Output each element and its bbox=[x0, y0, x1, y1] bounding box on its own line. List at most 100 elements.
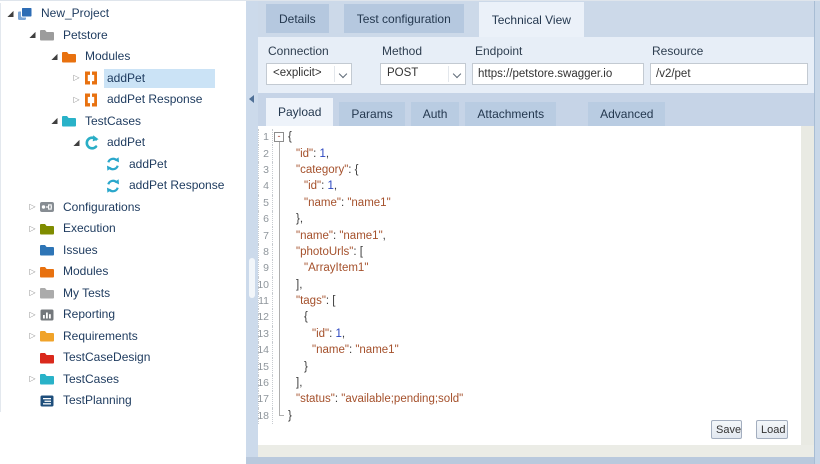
tree-expander-icon[interactable]: ▷ bbox=[26, 203, 39, 211]
tree-item-configurations[interactable]: ▷ Configurations bbox=[1, 197, 246, 219]
tree-expander-icon[interactable]: ◢ bbox=[48, 53, 61, 61]
tree-item-reporting[interactable]: ▷Reporting bbox=[1, 304, 246, 326]
tree-item-petstore[interactable]: ◢Petstore bbox=[1, 25, 246, 47]
panel-splitter[interactable] bbox=[246, 1, 258, 464]
line-number: 1 bbox=[258, 129, 273, 145]
code-text: "photoUrls": [ bbox=[286, 246, 363, 258]
json-string: "ArrayItem1" bbox=[304, 262, 368, 274]
editor-vertical-scrollbar[interactable] bbox=[801, 126, 814, 445]
tree-item-addpet[interactable]: ◢addPet bbox=[1, 132, 246, 154]
tree-item-testcases[interactable]: ◢TestCases bbox=[1, 111, 246, 133]
tab-auth[interactable]: Auth bbox=[411, 102, 460, 126]
tab-advanced[interactable]: Advanced bbox=[588, 102, 665, 126]
code-text: "id": 1, bbox=[286, 328, 345, 340]
tree-item-testplanning[interactable]: TestPlanning bbox=[1, 390, 246, 412]
code-text: ], bbox=[286, 279, 302, 291]
tree-item-addpet[interactable]: addPet bbox=[1, 154, 246, 176]
tree-item-testcases[interactable]: ▷TestCases bbox=[1, 369, 246, 391]
line-number: 14 bbox=[258, 342, 273, 358]
tree-item-addpet-response[interactable]: addPet Response bbox=[1, 175, 246, 197]
fold-margin bbox=[273, 342, 286, 358]
tab-params[interactable]: Params bbox=[339, 102, 404, 126]
testcase-icon bbox=[83, 135, 100, 151]
collapse-toggle-icon[interactable]: - bbox=[274, 132, 284, 142]
json-punct: { bbox=[304, 311, 308, 323]
tree-expander-icon[interactable]: ▷ bbox=[26, 225, 39, 233]
json-string: "name1" bbox=[355, 344, 398, 356]
tree-expander-icon[interactable]: ▷ bbox=[26, 289, 39, 297]
resource-label: Resource bbox=[652, 44, 703, 58]
payload-tab-bar: PayloadParams AuthAttachments Advanced bbox=[258, 93, 816, 126]
fold-line bbox=[279, 375, 280, 391]
tree-expander-icon[interactable]: ◢ bbox=[26, 31, 39, 39]
tree-item-addpet-response[interactable]: ▷addPet Response bbox=[1, 89, 246, 111]
json-key: "name" bbox=[296, 230, 333, 242]
splitter-scroll-thumb[interactable] bbox=[249, 258, 255, 298]
fold-margin bbox=[273, 391, 286, 407]
json-punct: , bbox=[326, 148, 329, 160]
method-label: Method bbox=[382, 44, 422, 58]
code-line: 4"id": 1, bbox=[258, 178, 801, 194]
fold-line bbox=[279, 260, 280, 276]
tree-expander-icon[interactable]: ▷ bbox=[26, 268, 39, 276]
tree-expander-icon[interactable]: ▷ bbox=[26, 375, 39, 383]
code-line: 5"name": "name1" bbox=[258, 195, 801, 211]
tree-expander-icon[interactable]: ▷ bbox=[26, 332, 39, 340]
folder-icon bbox=[39, 328, 56, 344]
load-button[interactable]: Load bbox=[756, 420, 788, 439]
fold-margin bbox=[273, 309, 286, 325]
project-tree: ◢New_Project◢Petstore◢Modules▷addPet▷add… bbox=[0, 3, 246, 412]
fold-line bbox=[279, 309, 280, 325]
tree-item-addpet[interactable]: ▷addPet bbox=[1, 68, 246, 90]
code-line: 6}, bbox=[258, 211, 801, 227]
tree-item-requirements[interactable]: ▷Requirements bbox=[1, 326, 246, 348]
tab-details[interactable]: Details bbox=[266, 4, 329, 33]
json-punct: } bbox=[288, 410, 292, 422]
json-key: "photoUrls" bbox=[296, 246, 353, 258]
tree-item-my-tests[interactable]: ▷My Tests bbox=[1, 283, 246, 305]
code-line: 14 "name": "name1" bbox=[258, 342, 801, 358]
fold-margin bbox=[273, 277, 286, 293]
code-text: } bbox=[286, 410, 292, 422]
line-number: 10 bbox=[258, 277, 273, 293]
code-text: "name": "name1" bbox=[286, 344, 399, 356]
fold-line bbox=[279, 293, 280, 309]
tree-item-execution[interactable]: ▷Execution bbox=[1, 218, 246, 240]
folder-icon bbox=[39, 242, 56, 258]
connection-select[interactable]: <explicit> bbox=[266, 63, 352, 85]
save-button[interactable]: Save bbox=[711, 420, 742, 439]
tree-item-modules[interactable]: ▷Modules bbox=[1, 261, 246, 283]
tree-item-new-project[interactable]: ◢New_Project bbox=[1, 3, 246, 25]
tab-attachments[interactable]: Attachments bbox=[465, 102, 556, 126]
project-icon bbox=[17, 6, 34, 22]
json-string: "name1" bbox=[339, 230, 382, 242]
endpoint-input[interactable] bbox=[472, 63, 644, 85]
tree-expander-icon[interactable]: ▷ bbox=[70, 96, 83, 104]
tab-payload[interactable]: Payload bbox=[266, 98, 333, 126]
tree-expander-icon[interactable]: ▷ bbox=[26, 311, 39, 319]
tab-test-configuration[interactable]: Test configuration bbox=[344, 4, 464, 33]
tab-technical-view[interactable]: Technical View bbox=[479, 2, 584, 37]
tree-expander-icon[interactable]: ▷ bbox=[70, 74, 83, 82]
fold-margin bbox=[273, 145, 286, 161]
folder-icon bbox=[61, 49, 78, 65]
json-string: "name1" bbox=[347, 197, 390, 209]
resource-input[interactable] bbox=[650, 63, 808, 85]
json-key: "id" bbox=[304, 180, 321, 192]
tree-item-label: Configurations bbox=[60, 198, 146, 217]
method-select[interactable]: POST bbox=[380, 63, 466, 85]
folder-icon bbox=[39, 27, 56, 43]
tree-item-issues[interactable]: Issues bbox=[1, 240, 246, 262]
folder-icon bbox=[39, 221, 56, 237]
json-punct: : [ bbox=[353, 246, 363, 258]
tree-item-modules[interactable]: ◢Modules bbox=[1, 46, 246, 68]
tree-expander-icon[interactable]: ◢ bbox=[48, 117, 61, 125]
payload-editor[interactable]: 1-{2"id": 1,3"category": {4"id": 1,5"nam… bbox=[258, 126, 801, 445]
collapse-panel-icon[interactable] bbox=[249, 95, 254, 103]
tree-item-testcasedesign[interactable]: TestCaseDesign bbox=[1, 347, 246, 369]
fold-line bbox=[279, 244, 280, 260]
tree-expander-icon[interactable]: ◢ bbox=[4, 10, 17, 18]
json-key: "status" bbox=[296, 393, 335, 405]
code-line: 16], bbox=[258, 375, 801, 391]
tree-expander-icon[interactable]: ◢ bbox=[70, 139, 83, 147]
